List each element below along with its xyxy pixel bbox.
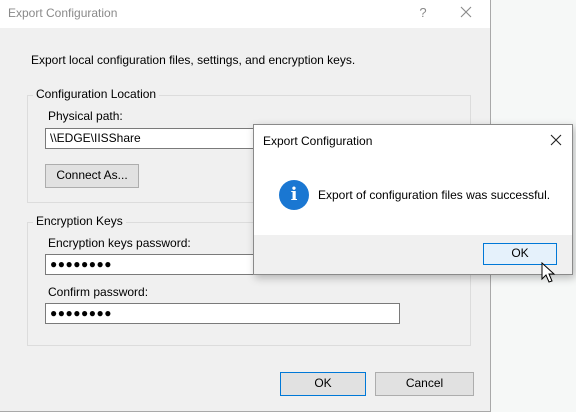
dialog-titlebar: Export Configuration ? (0, 0, 490, 28)
help-button[interactable]: ? (413, 4, 433, 22)
confirm-password-label: Confirm password: (48, 285, 149, 299)
close-icon[interactable] (548, 132, 564, 148)
info-icon: i (279, 180, 309, 210)
configuration-location-title: Configuration Location (33, 87, 160, 101)
message-box-footer: OK (254, 235, 572, 274)
cancel-button[interactable]: Cancel (375, 372, 474, 396)
encryption-password-label: Encryption keys password: (48, 236, 191, 250)
encryption-keys-title: Encryption Keys (33, 214, 126, 228)
mouse-pointer-icon (541, 261, 557, 284)
connect-as-button[interactable]: Connect As... (45, 164, 139, 188)
dialog-description: Export local configuration files, settin… (31, 53, 356, 67)
ok-button[interactable]: OK (280, 372, 366, 396)
close-icon[interactable] (456, 4, 476, 22)
physical-path-label: Physical path: (48, 109, 123, 123)
success-message-box: Export Configuration i Export of configu… (253, 124, 573, 275)
message-text: Export of configuration files was succes… (318, 188, 551, 202)
confirm-password-input[interactable]: ●●●●●●●● (45, 303, 400, 324)
message-box-title: Export Configuration (263, 134, 373, 148)
dialog-title: Export Configuration (8, 6, 118, 20)
